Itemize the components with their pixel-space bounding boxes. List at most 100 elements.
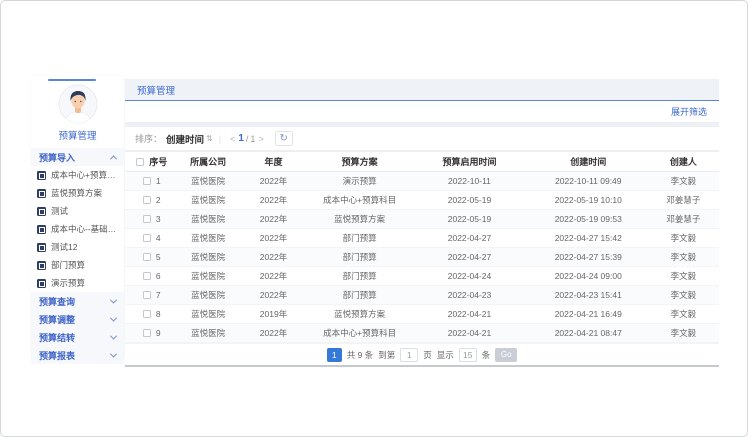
sidebar-section[interactable]: 预算查询 <box>31 292 124 310</box>
table-row[interactable]: 5 蓝悦医院 2022年 部门预算 2022-04-27 2022-04-27 … <box>125 248 719 267</box>
prev-page-icon[interactable]: < <box>227 134 238 144</box>
sidebar-section[interactable]: 预算结转 <box>31 328 124 346</box>
sidebar-item[interactable]: 成本中心+预算科目 <box>31 166 124 184</box>
table-row[interactable]: 1 蓝悦医院 2022年 演示预算 2022-10-11 2022-10-11 … <box>125 172 719 191</box>
sidebar-section-budget-import[interactable]: 预算导入 <box>31 148 124 166</box>
row-checkbox[interactable] <box>143 177 151 185</box>
cell-index: 3 <box>156 214 161 224</box>
section-label: 预算结转 <box>39 331 75 344</box>
sort-toolbar: 排序： 创建时间 ⇅ | < 1 / 1 > ↻ <box>125 127 719 151</box>
total-count-text: 共 9 条 <box>347 349 373 361</box>
table-row[interactable]: 3 蓝悦医院 2022年 蓝悦预算方案 2022-05-19 2022-05-1… <box>125 210 719 229</box>
cell-create-time: 2022-05-19 09:53 <box>529 210 648 229</box>
table-body: 1 蓝悦医院 2022年 演示预算 2022-10-11 2022-10-11 … <box>125 172 719 343</box>
table-card: 排序： 创建时间 ⇅ | < 1 / 1 > ↻ 序号 <box>125 127 719 367</box>
table-row[interactable]: 6 蓝悦医院 2022年 部门预算 2022-04-24 2022-04-24 … <box>125 267 719 286</box>
row-checkbox[interactable] <box>143 234 151 242</box>
header-creator: 创建人 <box>648 152 719 172</box>
cell-enable-time: 2022-10-11 <box>410 172 529 191</box>
cell-year: 2022年 <box>238 172 309 191</box>
header-year: 年度 <box>238 152 309 172</box>
cell-scheme: 成本中心+预算科目 <box>309 324 410 343</box>
cell-create-time: 2022-05-19 10:10 <box>529 191 648 210</box>
cell-index: 5 <box>156 252 161 262</box>
chevron-down-icon <box>110 314 117 321</box>
select-all-checkbox[interactable] <box>136 158 144 166</box>
section-label: 预算查询 <box>39 295 75 308</box>
table-row[interactable]: 7 蓝悦医院 2022年 部门预算 2022-04-23 2022-04-23 … <box>125 286 719 305</box>
refresh-button[interactable]: ↻ <box>275 131 293 146</box>
cell-create-time: 2022-10-11 09:49 <box>529 172 648 191</box>
cell-enable-time: 2022-04-27 <box>410 248 529 267</box>
cell-creator: 李文毅 <box>648 229 719 248</box>
current-page: 1 <box>238 133 244 144</box>
table-row[interactable]: 8 蓝悦医院 2019年 蓝悦预算方案 2022-04-21 2022-04-2… <box>125 305 719 324</box>
cell-enable-time: 2022-04-21 <box>410 305 529 324</box>
show-label: 显示 <box>437 349 454 361</box>
page-unit-label: 页 <box>423 349 432 361</box>
chevron-down-icon <box>110 332 117 339</box>
cell-creator: 李文毅 <box>648 267 719 286</box>
row-checkbox[interactable] <box>143 329 151 337</box>
sidebar-accent-line <box>48 79 96 81</box>
header-index: 序号 <box>125 152 178 172</box>
chevron-down-icon <box>110 350 117 357</box>
cell-scheme: 蓝悦预算方案 <box>309 210 410 229</box>
cell-index: 9 <box>156 328 161 338</box>
cell-company: 蓝悦医院 <box>178 210 237 229</box>
sidebar-import-items: 成本中心+预算科目 蓝悦预算方案 测试 成本中心--基础设置.. <box>31 166 124 292</box>
table-row[interactable]: 9 蓝悦医院 2022年 成本中心+预算科目 2022-04-21 2022-0… <box>125 324 719 343</box>
document-icon <box>37 261 46 270</box>
sort-field-button[interactable]: 创建时间 <box>166 132 204 146</box>
table-row[interactable]: 4 蓝悦医院 2022年 部门预算 2022-04-27 2022-04-27 … <box>125 229 719 248</box>
sidebar-item[interactable]: 蓝悦预算方案 <box>31 184 124 202</box>
section-label: 预算导入 <box>39 151 75 164</box>
sidebar-item-label: 部门预算 <box>51 259 85 271</box>
cell-enable-time: 2022-05-19 <box>410 191 529 210</box>
cell-creator: 邓姜慧子 <box>648 191 719 210</box>
sidebar-section[interactable]: 预算调整 <box>31 310 124 328</box>
refresh-icon: ↻ <box>280 133 288 144</box>
cell-creator: 邓姜慧子 <box>648 210 719 229</box>
document-icon <box>37 189 46 198</box>
cell-company: 蓝悦医院 <box>178 172 237 191</box>
row-checkbox[interactable] <box>143 215 151 223</box>
cell-creator: 李文毅 <box>648 286 719 305</box>
tab-bar: 预算管理 <box>125 79 719 101</box>
row-checkbox[interactable] <box>143 291 151 299</box>
cell-year: 2022年 <box>238 267 309 286</box>
cell-year: 2019年 <box>238 305 309 324</box>
sidebar-item[interactable]: 测试 <box>31 202 124 220</box>
cell-index: 6 <box>156 271 161 281</box>
document-icon <box>37 279 46 288</box>
goto-page-input[interactable]: 1 <box>400 348 418 362</box>
cell-index: 2 <box>156 195 161 205</box>
row-checkbox[interactable] <box>143 272 151 280</box>
expand-filter-link[interactable]: 展开筛选 <box>671 105 707 118</box>
sort-arrows-icon[interactable]: ⇅ <box>206 134 213 143</box>
tab-budget-management[interactable]: 预算管理 <box>137 83 175 97</box>
cell-create-time: 2022-04-21 16:49 <box>529 305 648 324</box>
sidebar-item-label: 蓝悦预算方案 <box>51 187 102 199</box>
table-row[interactable]: 2 蓝悦医院 2022年 成本中心+预算科目 2022-05-19 2022-0… <box>125 191 719 210</box>
next-page-icon[interactable]: > <box>255 134 266 144</box>
row-checkbox[interactable] <box>143 310 151 318</box>
sidebar-item[interactable]: 演示预算 <box>31 274 124 292</box>
profile-card: 预算管理 <box>31 76 124 142</box>
chevron-up-icon <box>110 155 117 162</box>
cell-create-time: 2022-04-21 08:47 <box>529 324 648 343</box>
sidebar-section[interactable]: 预算报表 <box>31 346 124 364</box>
app-window: 预算管理 预算导入 成本中心+预算科目 蓝悦预算方案 <box>0 0 748 437</box>
sidebar-item[interactable]: 成本中心--基础设置... <box>31 220 124 238</box>
sidebar-item[interactable]: 测试12 <box>31 238 124 256</box>
header-create-time: 创建时间 <box>529 152 648 172</box>
page-1-button[interactable]: 1 <box>327 348 342 362</box>
row-checkbox[interactable] <box>143 196 151 204</box>
go-button[interactable]: Go <box>495 348 517 362</box>
cell-creator: 李文毅 <box>648 172 719 191</box>
sidebar-item[interactable]: 部门预算 <box>31 256 124 274</box>
page-size-input[interactable]: 15 <box>459 348 477 362</box>
cell-create-time: 2022-04-23 15:41 <box>529 286 648 305</box>
row-checkbox[interactable] <box>143 253 151 261</box>
budget-table: 序号 所属公司 年度 预算方案 预算启用时间 创建时间 创建人 <box>125 151 719 343</box>
